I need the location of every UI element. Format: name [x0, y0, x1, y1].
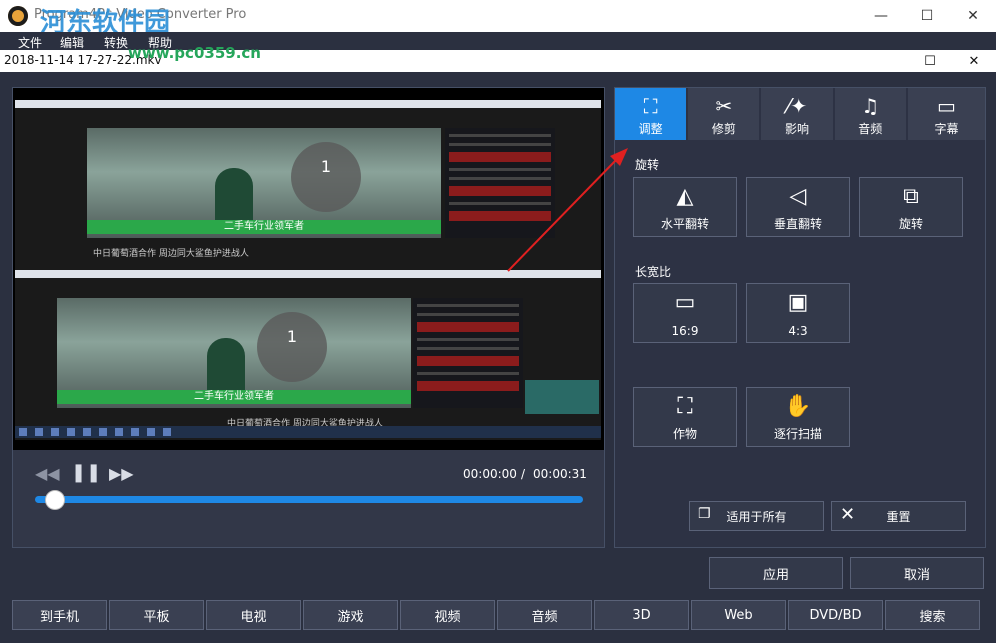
tablet-button[interactable]: 平板 — [109, 600, 204, 630]
menu-file[interactable]: 文件 — [18, 34, 42, 51]
dialog-maximize-button[interactable]: ☐ — [908, 50, 952, 72]
3d-button[interactable]: 3D — [594, 600, 689, 630]
web-button[interactable]: Web — [691, 600, 786, 630]
editor-area: 1 二手车行业领军者 中日葡萄酒合作 周边同大鲨鱼护进战人 1 二手车行业领军者… — [0, 72, 996, 596]
menu-edit[interactable]: 编辑 — [60, 34, 84, 51]
device-bar: 到手机 平板 电视 游戏 视频 音频 3D Web DVD/BD 搜索 — [0, 596, 996, 643]
close-button[interactable]: ✕ — [950, 0, 996, 32]
menu-convert[interactable]: 转换 — [104, 34, 128, 51]
app-logo-icon — [8, 6, 28, 26]
annotation-arrow — [507, 148, 628, 272]
minimize-button[interactable]: — — [858, 0, 904, 32]
to-phone-button[interactable]: 到手机 — [12, 600, 107, 630]
dvd-bd-button[interactable]: DVD/BD — [788, 600, 883, 630]
maximize-button[interactable]: ☐ — [904, 0, 950, 32]
watermark-url: www.pc0359.cn — [128, 44, 261, 62]
audio-button[interactable]: 音频 — [497, 600, 592, 630]
dialog-close-button[interactable]: ✕ — [952, 50, 996, 72]
video-button[interactable]: 视频 — [400, 600, 495, 630]
tv-button[interactable]: 电视 — [206, 600, 301, 630]
app-titlebar: Program4Pc Video Converter Pro 河东软件园 — ☐… — [0, 0, 996, 38]
search-button[interactable]: 搜索 — [885, 600, 980, 630]
game-button[interactable]: 游戏 — [303, 600, 398, 630]
